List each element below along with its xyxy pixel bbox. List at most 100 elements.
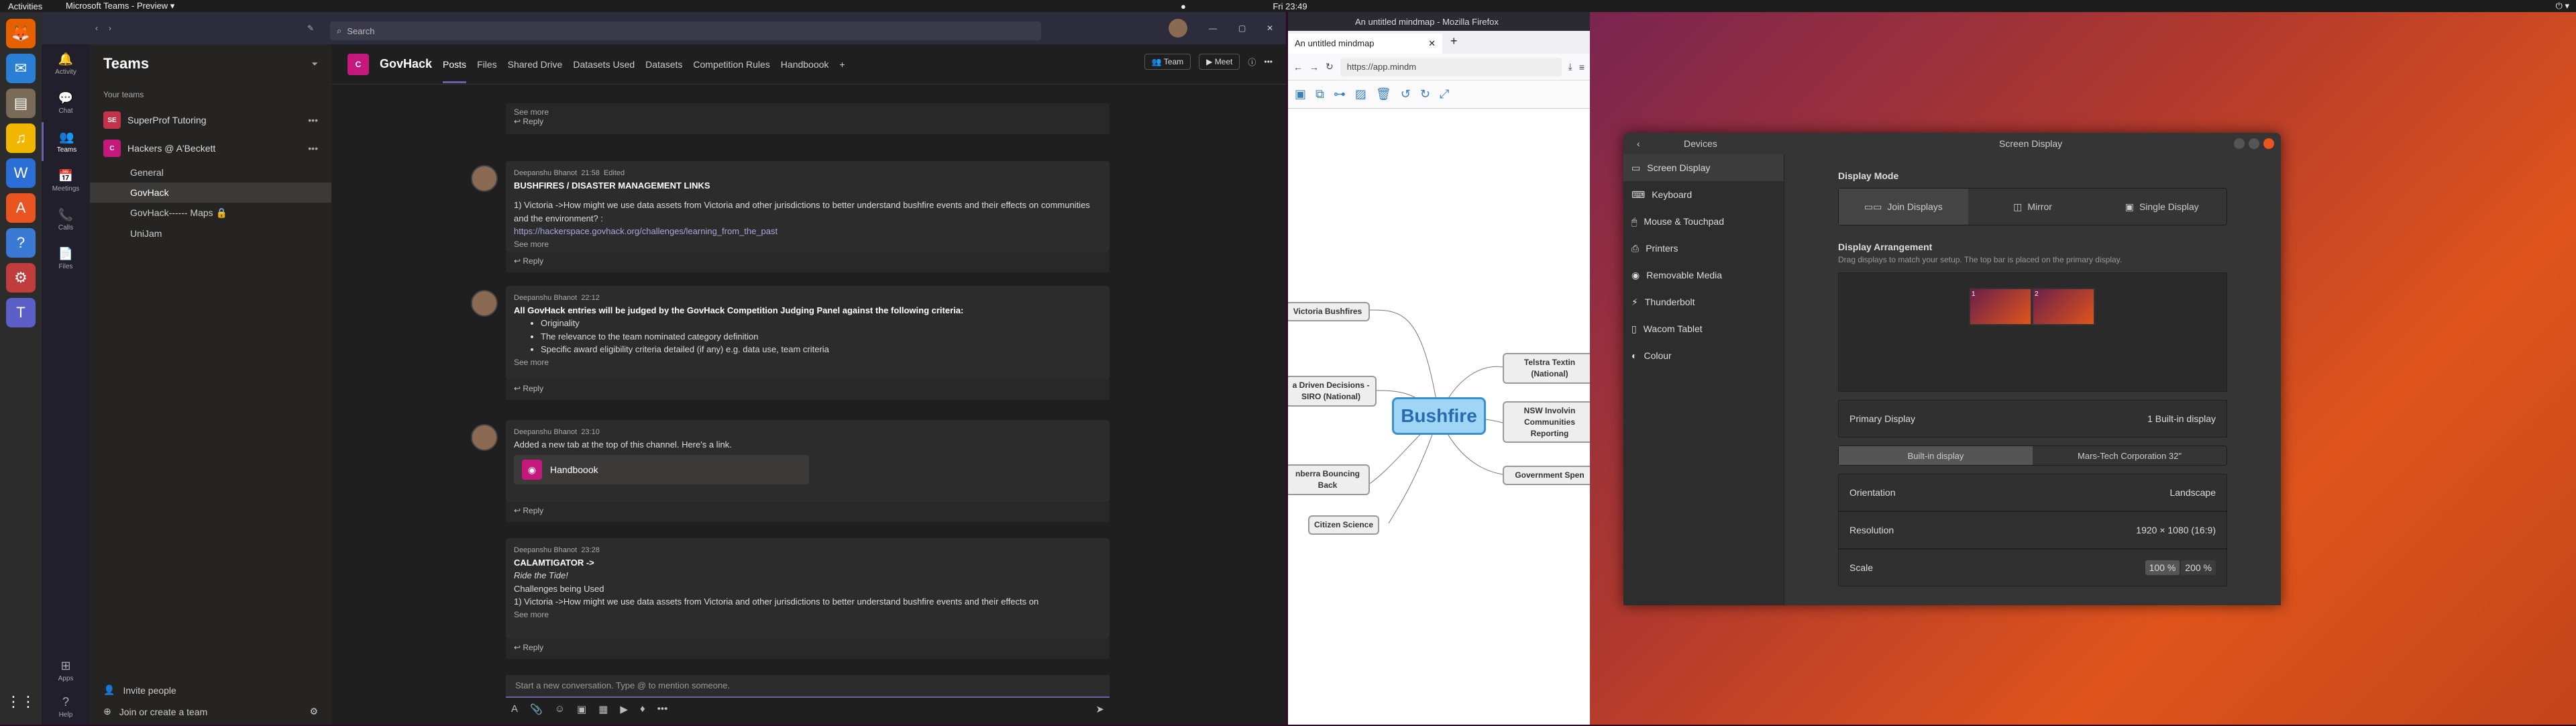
resolution-row[interactable]: Resolution 1920 × 1080 (16:9) — [1838, 511, 2227, 549]
meet-button[interactable]: ▶ Meet — [1199, 54, 1240, 70]
sticker-icon[interactable]: ▦ — [598, 703, 608, 715]
scale-200-button[interactable]: 200 % — [2181, 560, 2216, 575]
add-topic-icon[interactable]: ⧉ — [1316, 87, 1324, 101]
praise-icon[interactable]: ♦ — [640, 703, 645, 715]
download-icon[interactable]: ⤓ — [1568, 61, 1572, 72]
link-icon[interactable]: ⤢ — [1440, 87, 1449, 101]
tab-mars-tech[interactable]: Mars-Tech Corporation 32" — [2033, 446, 2226, 465]
maximize-icon[interactable]: ▢ — [1238, 23, 1246, 33]
search-input[interactable]: ⌕ Search — [330, 21, 1041, 40]
close-icon[interactable] — [2263, 138, 2274, 149]
writer-icon[interactable]: W — [6, 158, 36, 188]
more-icon[interactable]: ••• — [308, 115, 318, 125]
sidebar-item-mouse[interactable]: 🖱 Mouse & Touchpad — [1623, 208, 1784, 235]
see-more[interactable]: See more — [514, 238, 1102, 250]
gear-icon[interactable]: ⚙ — [309, 706, 318, 717]
gif-icon[interactable]: ▣ — [577, 703, 586, 715]
relationship-icon[interactable]: ⊶ — [1334, 87, 1346, 101]
software-icon[interactable]: A — [6, 193, 36, 223]
show-apps-icon[interactable]: ⋮⋮ — [6, 687, 36, 717]
channel-govhack[interactable]: GovHack — [90, 183, 331, 203]
teams-app-icon[interactable]: T — [6, 298, 36, 327]
minimize-icon[interactable]: — — [1209, 23, 1217, 33]
mindmap-node[interactable]: Telstra Textin (National) — [1503, 353, 1590, 384]
thunderbird-icon[interactable]: ✉ — [6, 54, 36, 83]
scale-100-button[interactable]: 100 % — [2145, 560, 2180, 575]
primary-display-row[interactable]: Primary Display 1 Built-in display — [1838, 400, 2227, 437]
rail-calls[interactable]: 📞 Calls — [42, 200, 90, 239]
rail-meetings[interactable]: 📅 Meetings — [42, 161, 90, 200]
layout-icon[interactable]: ▣ — [1295, 87, 1306, 101]
tab-mindmap[interactable]: An untitled mindmap ✕ — [1288, 34, 1442, 54]
attach-icon[interactable]: 📎 — [530, 703, 543, 715]
tab-shared-drive[interactable]: Shared Drive — [508, 46, 563, 83]
team-superprof[interactable]: SE SuperProf Tutoring ••• — [90, 106, 331, 134]
mindmap-node[interactable]: NSW Involvin Communities Reporting — [1503, 401, 1590, 444]
message-link[interactable]: https://hackerspace.govhack.org/challeng… — [514, 225, 1102, 238]
help-icon[interactable]: ? — [6, 228, 36, 258]
minimize-icon[interactable] — [2234, 138, 2245, 149]
more-icon[interactable]: ••• — [657, 703, 668, 715]
power-menu-icon[interactable]: ⏻ ▾ — [2556, 1, 2569, 11]
filter-icon[interactable]: ⏷ — [311, 59, 318, 69]
activities-button[interactable]: Activities — [8, 1, 42, 11]
rhythmbox-icon[interactable]: ♫ — [6, 123, 36, 153]
sidebar-item-keyboard[interactable]: ⌨ Keyboard — [1623, 181, 1784, 208]
see-more[interactable]: See more — [514, 356, 1102, 368]
rail-help[interactable]: ? Help — [42, 687, 90, 726]
sidebar-item-colour[interactable]: ◐ Colour — [1623, 342, 1784, 369]
mindmap-node[interactable]: Victoria Bushfires — [1288, 302, 1370, 321]
image-icon[interactable]: ▨ — [1355, 87, 1366, 101]
mindmap-node[interactable]: nberra Bouncing Back — [1288, 464, 1370, 495]
more-icon[interactable]: ••• — [308, 143, 318, 154]
reply-button[interactable]: ↩ Reply — [506, 380, 1110, 400]
window-controls[interactable] — [2234, 138, 2274, 149]
display-1[interactable]: 1 — [1969, 288, 2032, 325]
files-icon[interactable]: ▤ — [6, 89, 36, 118]
maximize-icon[interactable] — [2249, 138, 2259, 149]
settings-icon[interactable]: ⚙ — [6, 263, 36, 293]
more-icon[interactable]: ••• — [1264, 57, 1273, 66]
mindmap-canvas[interactable]: Victoria Bushfires a Driven Decisions - … — [1288, 109, 1590, 725]
mindmap-node[interactable]: a Driven Decisions - SIRO (National) — [1288, 376, 1377, 407]
menu-icon[interactable]: ≡ — [1579, 62, 1585, 72]
close-icon[interactable]: ✕ — [1267, 23, 1273, 33]
tab-files[interactable]: Files — [477, 46, 497, 83]
sidebar-item-wacom[interactable]: ▯ Wacom Tablet — [1623, 315, 1784, 342]
new-tab-icon[interactable]: + — [1442, 29, 1466, 54]
join-team[interactable]: ⊕ Join or create a team ⚙ — [103, 706, 318, 717]
tab-builtin-display[interactable]: Built-in display — [1839, 446, 2033, 465]
rail-teams[interactable]: 👥 Teams — [42, 122, 90, 161]
url-bar[interactable]: https://app.mindm — [1340, 57, 1562, 76]
compose-input[interactable]: Start a new conversation. Type @ to ment… — [506, 675, 1110, 698]
orientation-row[interactable]: Orientation Landscape — [1838, 474, 2227, 511]
reply-bar[interactable]: See more ↩ Reply — [506, 103, 1110, 134]
undo-icon[interactable]: ↺ — [1401, 87, 1411, 101]
notification-icon[interactable]: ● — [1181, 1, 1186, 11]
reply-button[interactable]: ↩ Reply — [506, 502, 1110, 522]
close-tab-icon[interactable]: ✕ — [1428, 38, 1436, 49]
redo-icon[interactable]: ↻ — [1420, 87, 1430, 101]
compose-icon[interactable]: ✎ — [307, 23, 314, 33]
reply-button[interactable]: ↩ Reply — [506, 639, 1110, 659]
tab-card[interactable]: ◉ Handboook — [514, 455, 809, 484]
tab-datasets-used[interactable]: Datasets Used — [573, 46, 635, 83]
single-display-button[interactable]: ▣ Single Display — [2097, 189, 2226, 225]
back-icon[interactable]: ← — [1293, 62, 1303, 72]
rail-chat[interactable]: 💬 Chat — [42, 83, 90, 122]
rail-apps[interactable]: ⊞ Apps — [42, 651, 90, 690]
invite-people[interactable]: 👤 Invite people — [103, 684, 176, 696]
tab-datasets[interactable]: Datasets — [645, 46, 682, 83]
forward-icon[interactable]: → — [1309, 62, 1319, 72]
channel-unijam[interactable]: UniJam — [90, 223, 331, 244]
format-icon[interactable]: A — [511, 703, 518, 715]
sidebar-item-removable-media[interactable]: ◉ Removable Media — [1623, 262, 1784, 289]
back-icon[interactable]: ‹ — [1637, 138, 1640, 149]
sidebar-item-screen-display[interactable]: ▭ Screen Display — [1623, 154, 1784, 181]
join-displays-button[interactable]: ▭▭ Join Displays — [1839, 189, 1968, 225]
rail-activity[interactable]: 🔔 Activity — [42, 44, 90, 83]
sidebar-item-printers[interactable]: ⎙ Printers — [1623, 235, 1784, 262]
mirror-button[interactable]: ◫ Mirror — [1968, 189, 2098, 225]
reload-icon[interactable]: ↻ — [1326, 61, 1334, 72]
system-tray[interactable]: ● — [1181, 1, 1186, 11]
